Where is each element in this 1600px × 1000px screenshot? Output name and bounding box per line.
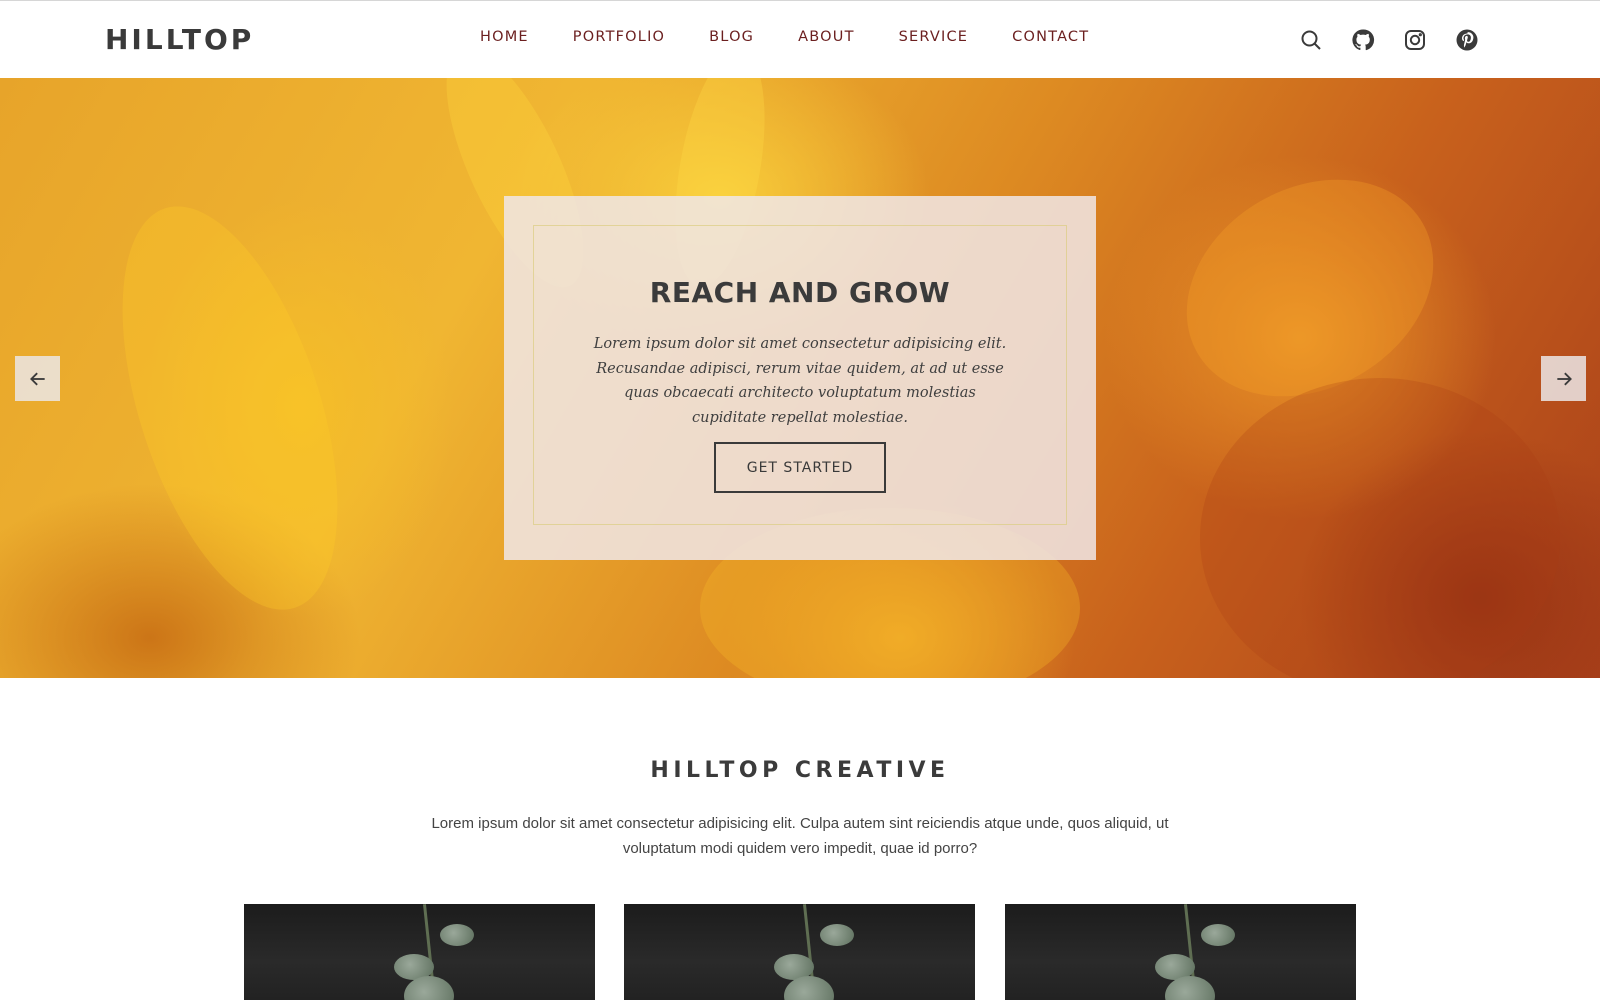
arrow-left-icon	[29, 372, 45, 385]
nav-contact[interactable]: CONTACT	[1012, 29, 1089, 45]
pinterest-icon[interactable]	[1452, 25, 1482, 55]
section-title: HILLTOP CREATIVE	[650, 758, 950, 783]
hero-slider: REACH AND GROW Lorem ipsum dolor sit ame…	[0, 78, 1600, 678]
slider-next-button[interactable]	[1541, 356, 1586, 401]
nav-home[interactable]: HOME	[480, 29, 529, 45]
nav-blog[interactable]: BLOG	[709, 29, 754, 45]
portfolio-card[interactable]	[1005, 904, 1356, 1000]
get-started-button[interactable]: GET STARTED	[714, 442, 886, 493]
site-logo[interactable]: HILLTOP	[105, 23, 254, 56]
hero-caption-card: REACH AND GROW Lorem ipsum dolor sit ame…	[504, 196, 1096, 560]
hero-image-petal	[1200, 378, 1560, 678]
nav-service[interactable]: SERVICE	[899, 29, 969, 45]
search-icon[interactable]	[1296, 25, 1326, 55]
hero-description: Lorem ipsum dolor sit amet consectetur a…	[593, 336, 1007, 426]
hero-title: REACH AND GROW	[649, 276, 951, 309]
arrow-right-icon	[1556, 372, 1572, 385]
portfolio-card[interactable]	[244, 904, 595, 1000]
plant-leaf	[1201, 924, 1235, 946]
slider-prev-button[interactable]	[15, 356, 60, 401]
portfolio-cards	[244, 904, 1356, 1000]
plant-leaf	[440, 924, 474, 946]
section-description: Lorem ipsum dolor sit amet consectetur a…	[431, 815, 1169, 857]
github-icon[interactable]	[1348, 25, 1378, 55]
hero-image-petal	[79, 180, 381, 636]
header-icons	[1296, 25, 1504, 55]
main-nav: HOME PORTFOLIO BLOG ABOUT SERVICE CONTAC…	[480, 29, 1133, 45]
nav-about[interactable]: ABOUT	[798, 29, 855, 45]
portfolio-card[interactable]	[624, 904, 975, 1000]
site-header: HILLTOP HOME PORTFOLIO BLOG ABOUT SERVIC…	[0, 1, 1600, 78]
plant-leaf	[820, 924, 854, 946]
instagram-icon[interactable]	[1400, 25, 1430, 55]
nav-portfolio[interactable]: PORTFOLIO	[573, 29, 665, 45]
